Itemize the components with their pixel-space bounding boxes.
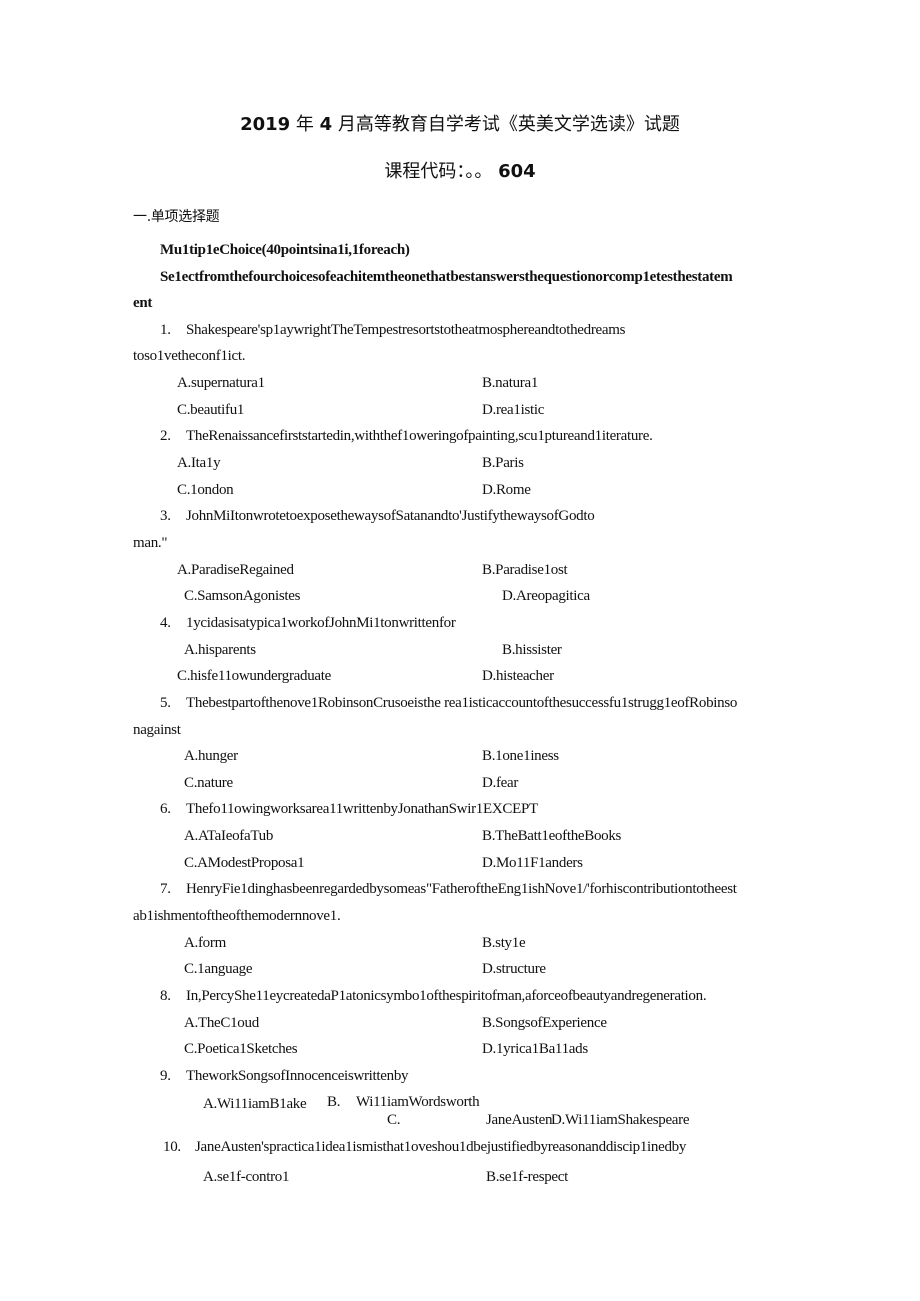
option-c[interactable]: C.hisfe11owundergraduate bbox=[177, 667, 331, 685]
exam-page: 2019 年 4 月高等教育自学考试《英美文学选读》试题 课程代码：。。 604… bbox=[0, 0, 920, 1301]
option-b[interactable]: B.hissister bbox=[502, 641, 562, 659]
option-d[interactable]: D.structure bbox=[482, 960, 546, 978]
option-c[interactable]: C.SamsonAgonistes bbox=[184, 587, 300, 605]
question-text-cont: toso1vetheconf1ict. bbox=[133, 348, 246, 364]
option-d[interactable]: D.histeacher bbox=[482, 667, 554, 685]
page-title: 2019 年 4 月高等教育自学考试《英美文学选读》试题 bbox=[0, 113, 920, 137]
option-b[interactable]: B.TheBatt1eoftheBooks bbox=[482, 827, 621, 845]
question-4: 4. 1ycidasisatypica1workofJohnMi1tonwritt… bbox=[160, 614, 456, 632]
option-c[interactable]: C.beautifu1 bbox=[177, 401, 244, 419]
option-b[interactable]: B.se1f-respect bbox=[486, 1168, 568, 1186]
question-number: 6. bbox=[160, 801, 171, 817]
option-b-letter[interactable]: B. bbox=[327, 1093, 340, 1111]
question-text-cont: nagainst bbox=[133, 722, 181, 738]
question-text: TheRenaissancefirststartedin,withthef1ow… bbox=[186, 428, 653, 444]
title-rest: 月高等教育自学考试《英美文学选读》试题 bbox=[337, 114, 680, 135]
instruction-title: Mu1tip1eChoice(40pointsina1i,1foreach) bbox=[160, 242, 410, 258]
question-text: In,PercyShe11eycreatedaP1atonicsymbo1oft… bbox=[186, 988, 707, 1004]
option-c[interactable]: C.1ondon bbox=[177, 481, 234, 499]
question-number: 5. bbox=[160, 695, 171, 711]
question-text: 1ycidasisatypica1workofJohnMi1tonwritten… bbox=[186, 615, 456, 631]
question-text: Thefo11owingworksarea11writtenbyJonathan… bbox=[186, 801, 538, 817]
option-a[interactable]: A.Ita1y bbox=[177, 454, 221, 472]
option-a[interactable]: A.TheC1oud bbox=[184, 1014, 259, 1032]
question-number: 3. bbox=[160, 508, 171, 524]
question-text: Shakespeare'sp1aywrightTheTempestresorts… bbox=[186, 322, 626, 338]
option-d[interactable]: D.Wi11iamShakespeare bbox=[551, 1111, 690, 1129]
option-d[interactable]: D.1yrica1Ba11ads bbox=[482, 1040, 588, 1058]
option-d[interactable]: D.rea1istic bbox=[482, 401, 544, 419]
question-7: 7. HenryFie1dinghasbeenregardedbysomeas"F… bbox=[160, 880, 737, 898]
question-number: 8. bbox=[160, 988, 171, 1004]
option-b[interactable]: B.natura1 bbox=[482, 374, 538, 392]
option-d[interactable]: D.Mo11F1anders bbox=[482, 854, 583, 872]
question-6: 6. Thefo11owingworksarea11writtenbyJonath… bbox=[160, 800, 538, 818]
instruction-text-cont: ent bbox=[133, 295, 153, 311]
option-b[interactable]: B.Paradise1ost bbox=[482, 561, 568, 579]
question-3: 3. JohnMiItonwrotetoexposethewaysofSatana… bbox=[160, 507, 595, 525]
option-b[interactable]: B.Paris bbox=[482, 454, 524, 472]
question-number: 7. bbox=[160, 881, 171, 897]
option-a[interactable]: A.Wi11iamB1ake bbox=[203, 1095, 307, 1113]
instruction-text: Se1ectfromthefourchoicesofeachitemtheone… bbox=[160, 269, 733, 285]
section-heading: 一.单项选择题 bbox=[133, 209, 220, 225]
question-number: 4. bbox=[160, 615, 171, 631]
title-year: 2019 bbox=[240, 114, 291, 135]
question-text: Thebestpartofthenove1RobinsonCrusoeisthe… bbox=[186, 695, 738, 711]
option-a[interactable]: A.ParadiseRegained bbox=[177, 561, 294, 579]
title-month: 4 bbox=[319, 114, 333, 135]
option-a[interactable]: A.se1f-contro1 bbox=[203, 1168, 290, 1186]
question-number: 1. bbox=[160, 322, 171, 338]
course-code-value: 604 bbox=[498, 161, 536, 182]
option-d[interactable]: D.fear bbox=[482, 774, 518, 792]
question-1: 1. Shakespeare'sp1aywrightTheTempestresor… bbox=[160, 321, 625, 339]
question-number: 10. bbox=[163, 1139, 181, 1155]
course-code-label: 课程代码：。。 bbox=[384, 161, 493, 182]
option-a[interactable]: A.hunger bbox=[184, 747, 238, 765]
option-a[interactable]: A.hisparents bbox=[184, 641, 256, 659]
option-d[interactable]: D.Rome bbox=[482, 481, 531, 499]
question-text: HenryFie1dinghasbeenregardedbysomeas"Fat… bbox=[186, 881, 737, 897]
option-b-text[interactable]: Wi11iamWordsworth bbox=[356, 1093, 480, 1111]
question-10: 10. JaneAusten'spractica1idea1ismisthat1o… bbox=[163, 1138, 686, 1156]
question-text-cont: ab1ishmentoftheofthemodernnove1. bbox=[133, 908, 341, 924]
course-code: 课程代码：。。 604 bbox=[0, 160, 920, 184]
option-b[interactable]: B.1one1iness bbox=[482, 747, 559, 765]
option-c-letter[interactable]: C. bbox=[387, 1111, 400, 1129]
option-d[interactable]: D.Areopagitica bbox=[502, 587, 590, 605]
option-a[interactable]: A.form bbox=[184, 934, 226, 952]
question-9: 9. TheworkSongsofInnocenceiswrittenby bbox=[160, 1067, 409, 1085]
option-c[interactable]: C.1anguage bbox=[184, 960, 253, 978]
option-c-text[interactable]: JaneAusten bbox=[486, 1111, 552, 1129]
option-c[interactable]: C.Poetica1Sketches bbox=[184, 1040, 298, 1058]
question-5: 5. Thebestpartofthenove1RobinsonCrusoeist… bbox=[160, 694, 737, 712]
option-b[interactable]: B.sty1e bbox=[482, 934, 526, 952]
option-c[interactable]: C.AModestProposa1 bbox=[184, 854, 305, 872]
option-b[interactable]: B.SongsofExperience bbox=[482, 1014, 607, 1032]
question-text-cont: man." bbox=[133, 535, 168, 551]
question-number: 9. bbox=[160, 1068, 171, 1084]
option-a[interactable]: A.supernatura1 bbox=[177, 374, 265, 392]
title-year-char: 年 bbox=[295, 114, 314, 135]
question-8: 8. In,PercyShe11eycreatedaP1atonicsymbo1o… bbox=[160, 987, 707, 1005]
question-2: 2. TheRenaissancefirststartedin,withthef1… bbox=[160, 427, 653, 445]
question-text: JohnMiItonwrotetoexposethewaysofSatanand… bbox=[186, 508, 595, 524]
question-text: TheworkSongsofInnocenceiswrittenby bbox=[186, 1068, 409, 1084]
option-a[interactable]: A.ATaIeofaTub bbox=[184, 827, 273, 845]
question-number: 2. bbox=[160, 428, 171, 444]
option-c[interactable]: C.nature bbox=[184, 774, 233, 792]
question-text: JaneAusten'spractica1idea1ismisthat1oves… bbox=[195, 1139, 687, 1155]
